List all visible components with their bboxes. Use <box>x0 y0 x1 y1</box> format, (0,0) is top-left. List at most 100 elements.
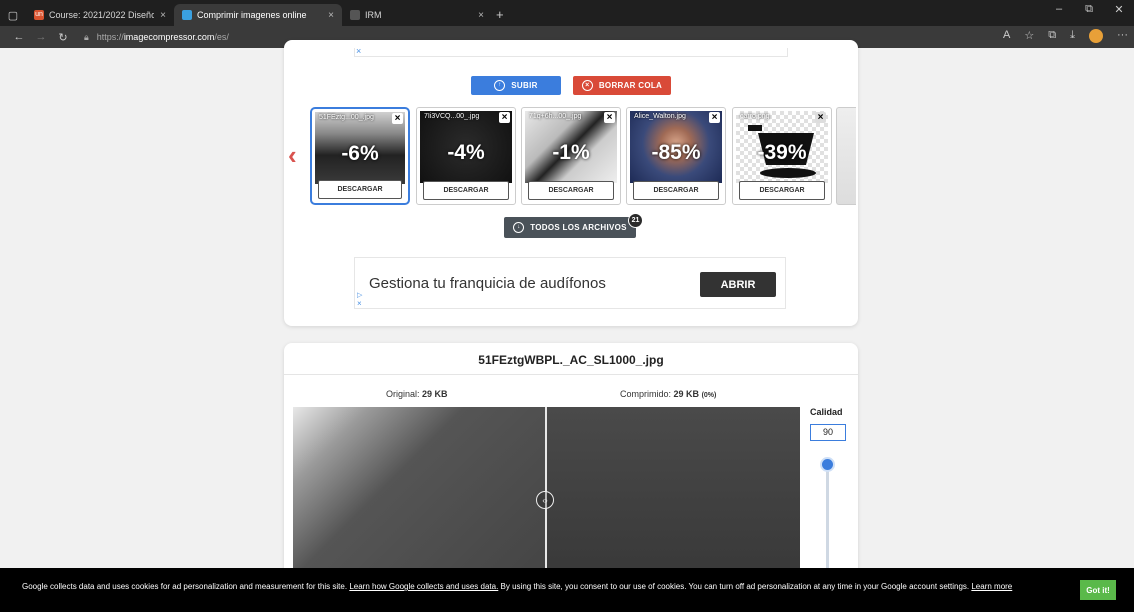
browser-tools: A ☆ ⧉ ⤓ ··· <box>1003 29 1128 43</box>
ad-banner[interactable]: Gestiona tu franquicia de audífonos ABRI… <box>354 257 786 309</box>
compressed-preview <box>547 407 800 583</box>
queue-item[interactable]: 51FEztg...00_.jpg × -6% DESCARGAR <box>310 107 410 205</box>
close-tab-icon[interactable]: × <box>322 10 334 21</box>
close-window-icon[interactable]: ✕ <box>1104 3 1134 16</box>
queue-item[interactable]: 7Ii3VCQ...00_.jpg × -4% DESCARGAR <box>416 107 516 205</box>
clear-label: BORRAR COLA <box>598 81 663 90</box>
queue-item-partial <box>836 107 856 205</box>
download-all-icon: ↓ <box>513 222 525 233</box>
forward-icon[interactable]: → <box>30 31 52 43</box>
file-name: carro.png <box>740 113 770 120</box>
tab-title: Comprimir imagenes online <box>197 10 307 20</box>
quality-slider-handle[interactable] <box>822 459 833 470</box>
queue-item[interactable]: Alice_Walton.jpg × -85% DESCARGAR <box>626 107 726 205</box>
tab-course[interactable]: un Course: 2021/2022 Diseño de In × <box>26 4 174 26</box>
ad-close-icon[interactable]: × <box>356 46 361 56</box>
quality-slider-track[interactable] <box>826 462 829 572</box>
top-ad-remnant <box>354 48 788 57</box>
tab-title: Course: 2021/2022 Diseño de In <box>49 10 155 20</box>
remove-file-icon[interactable]: × <box>604 112 615 123</box>
original-preview <box>293 407 546 583</box>
prev-arrow-icon[interactable]: ‹ <box>288 140 297 171</box>
download-button[interactable]: DESCARGAR <box>318 180 402 199</box>
compare-handle-icon[interactable]: ‹› <box>536 491 554 509</box>
cookie-accept-button[interactable]: Got it! <box>1080 580 1116 600</box>
cookie-text: Google collects data and uses cookies fo… <box>22 580 1062 593</box>
queue-item[interactable]: carro.png × -39% DESCARGAR <box>732 107 832 205</box>
file-name: Alice_Walton.jpg <box>634 113 686 120</box>
tab-comprimir[interactable]: Comprimir imagenes online × <box>174 4 342 26</box>
favorites-icon[interactable]: ☆ <box>1024 29 1034 43</box>
quality-label: Calidad <box>810 407 843 417</box>
tab-irm[interactable]: IRM × <box>342 4 492 26</box>
downloads-icon[interactable]: ⤓ <box>1070 29 1075 43</box>
compressed-size: Comprimido: 29 KB (0%) <box>620 389 716 399</box>
original-label: Original: <box>386 389 420 399</box>
download-button[interactable]: DESCARGAR <box>739 181 825 200</box>
collections-icon[interactable]: ⧉ <box>1048 29 1056 43</box>
remove-file-icon[interactable]: × <box>815 112 826 123</box>
file-name: 71q+6h...00_.jpg <box>529 113 582 120</box>
compressed-label: Comprimido: <box>620 389 672 399</box>
more-icon[interactable]: ··· <box>1117 29 1128 43</box>
cookie-learn-how-link[interactable]: Learn how Google collects and uses data. <box>349 582 498 591</box>
cookie-banner: Google collects data and uses cookies fo… <box>0 568 1134 612</box>
browser-tab-bar: ▢ un Course: 2021/2022 Diseño de In × Co… <box>0 0 1134 26</box>
remove-file-icon[interactable]: × <box>709 112 720 123</box>
download-button[interactable]: DESCARGAR <box>423 181 509 200</box>
detail-filename: 51FEztgWBPL._AC_SL1000_.jpg <box>478 353 664 367</box>
back-icon[interactable]: ← <box>8 31 30 43</box>
original-size: Original: 29 KB <box>386 389 448 399</box>
new-tab-icon[interactable]: + <box>492 7 512 26</box>
upload-icon: ↑ <box>494 80 506 91</box>
savings-percent: -39% <box>757 141 807 164</box>
refresh-icon[interactable]: ↻ <box>52 31 74 44</box>
ad-open-button[interactable]: ABRIR <box>700 272 776 297</box>
download-all-label: TODOS LOS ARCHIVOS <box>530 223 627 232</box>
tab-title: IRM <box>365 10 382 20</box>
clear-queue-button[interactable]: × BORRAR COLA <box>573 76 671 95</box>
tab-actions-icon[interactable]: ▢ <box>0 4 26 26</box>
window-controls: – ⧉ ✕ <box>1044 3 1134 16</box>
cookie-learn-more-link[interactable]: Learn more <box>971 582 1012 591</box>
cookie-text-1: Google collects data and uses cookies fo… <box>22 582 348 591</box>
file-count-badge: 21 <box>628 213 643 228</box>
url-prefix: https:// <box>96 32 124 42</box>
upload-label: SUBIR <box>511 81 538 90</box>
close-tab-icon[interactable]: × <box>472 10 484 21</box>
queue-item[interactable]: 71q+6h...00_.jpg × -1% DESCARGAR <box>521 107 621 205</box>
irm-favicon-icon <box>350 10 360 20</box>
savings-percent: -6% <box>341 142 379 165</box>
imagecompressor-favicon-icon <box>182 10 192 20</box>
lock-icon: 🔒︎ <box>84 31 89 42</box>
compressed-value: 29 KB <box>673 389 700 399</box>
remove-file-icon[interactable]: × <box>499 112 510 123</box>
minimize-icon[interactable]: – <box>1044 3 1074 16</box>
clear-icon: × <box>581 80 593 91</box>
close-tab-icon[interactable]: × <box>154 10 166 21</box>
profile-avatar[interactable] <box>1089 29 1103 43</box>
compare-viewer[interactable]: ‹› <box>293 407 800 583</box>
compressed-percent: (0%) <box>701 392 717 399</box>
detail-divider <box>284 374 858 375</box>
quality-input[interactable]: 90 <box>810 424 846 441</box>
read-aloud-icon[interactable]: A <box>1003 29 1010 43</box>
savings-percent: -85% <box>651 141 701 164</box>
adchoices-icon[interactable]: ▷ <box>357 291 362 299</box>
upload-button[interactable]: ↑ SUBIR <box>471 76 561 95</box>
restore-icon[interactable]: ⧉ <box>1074 3 1104 16</box>
download-button[interactable]: DESCARGAR <box>633 181 719 200</box>
url-field[interactable]: 🔒︎ https://imagecompressor.com/es/ <box>84 32 229 43</box>
ad-close-icon[interactable]: × <box>357 299 362 308</box>
url-path: /es/ <box>214 32 229 42</box>
savings-percent: -1% <box>552 141 590 164</box>
original-value: 29 KB <box>422 389 448 399</box>
remove-file-icon[interactable]: × <box>392 113 403 124</box>
download-button[interactable]: DESCARGAR <box>528 181 614 200</box>
course-favicon-icon: un <box>34 10 44 20</box>
download-all-button[interactable]: ↓ TODOS LOS ARCHIVOS <box>504 217 636 238</box>
file-name: 7Ii3VCQ...00_.jpg <box>424 113 480 120</box>
cookie-text-2: By using this site, you consent to our u… <box>500 582 970 591</box>
savings-percent: -4% <box>447 141 485 164</box>
ad-text: Gestiona tu franquicia de audífonos <box>369 275 606 292</box>
